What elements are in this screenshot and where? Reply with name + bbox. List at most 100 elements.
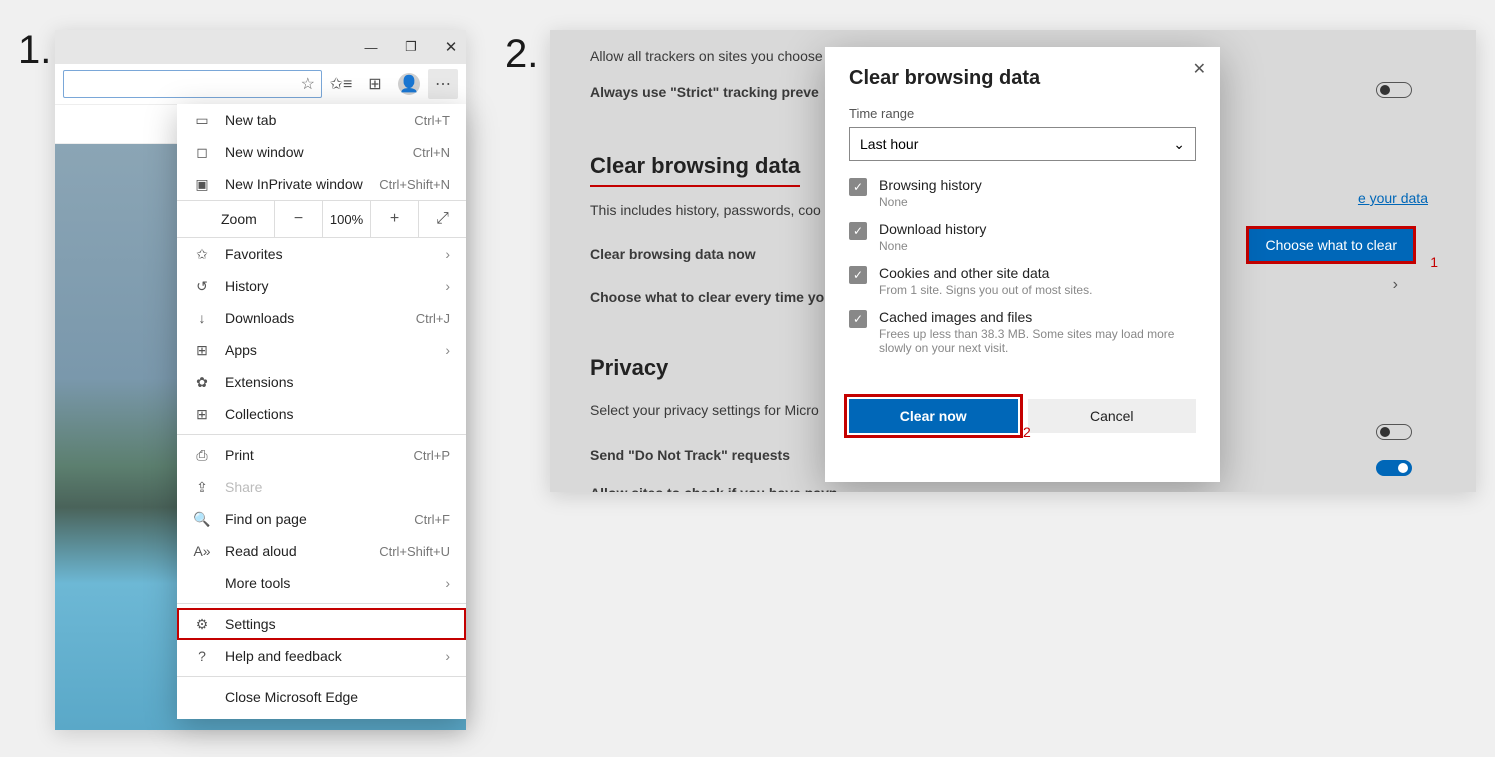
checkbox-cookies[interactable]: ✓ Cookies and other site dataFrom 1 site… [849,265,1196,297]
zoom-out-button[interactable]: − [274,201,322,237]
favorites-list-icon[interactable]: ✩≡ [326,69,356,99]
clear-data-heading: Clear browsing data [590,148,800,187]
menu-zoom-row: Zoom − 100% + ⤢ [177,200,466,238]
payment-check-row: Allow sites to check if you have payn [590,482,837,492]
clear-now-button[interactable]: Clear now [849,399,1018,433]
step-1-label: 1. [18,28,51,73]
tracker-text: Allow all trackers on sites you choose [590,45,837,67]
menu-item-new-tab[interactable]: ▭New tabCtrl+T [177,104,466,136]
menu-item-collections[interactable]: ⊞Collections [177,398,466,430]
zoom-percent: 100% [322,201,370,237]
new-window-icon: ◻ [193,144,211,161]
dialog-title: Clear browsing data [849,67,1196,90]
cancel-button[interactable]: Cancel [1028,399,1197,433]
menu-separator [177,434,466,435]
window-titlebar: — ❐ ✕ [55,30,466,64]
overflow-menu: ▭New tabCtrl+T ◻New windowCtrl+N ▣New In… [177,104,466,719]
apps-icon: ⊞ [193,342,211,359]
checkbox-icon[interactable]: ✓ [849,310,867,328]
downloads-icon: ↓ [193,310,211,326]
menu-item-new-window[interactable]: ◻New windowCtrl+N [177,136,466,168]
annotation-1: 1 [1430,254,1438,270]
menu-item-close-edge[interactable]: Close Microsoft Edge [177,681,466,713]
chevron-right-icon: › [445,575,450,591]
profile-avatar[interactable]: 👤 [394,69,424,99]
more-menu-button[interactable]: ⋯ [428,69,458,99]
menu-item-more-tools[interactable]: More tools› [177,567,466,599]
strict-toggle[interactable] [1376,82,1412,98]
your-data-link[interactable]: e your data [1358,190,1428,206]
history-icon: ↺ [193,278,211,295]
menu-item-help[interactable]: ?Help and feedback› [177,640,466,672]
collections-icon[interactable]: ⊞ [360,69,390,99]
menu-separator [177,676,466,677]
share-icon: ⇪ [193,479,211,496]
strict-tracking-row: Always use "Strict" tracking preve [590,81,837,103]
page-content: ▭New tabCtrl+T ◻New windowCtrl+N ▣New In… [55,144,466,730]
zoom-in-button[interactable]: + [370,201,418,237]
inprivate-icon: ▣ [193,176,211,193]
panel-edge-menu: — ❐ ✕ ☆ ✩≡ ⊞ 👤 ⋯ ▭New tabCtrl+T ◻New win… [55,30,466,730]
menu-item-settings[interactable]: ⚙Settings [177,608,466,640]
print-icon: ⎙ [193,447,211,464]
gear-icon: ⚙ [193,616,211,633]
browser-toolbar: ☆ ✩≡ ⊞ 👤 ⋯ [55,64,466,104]
checkbox-browsing-history[interactable]: ✓ Browsing historyNone [849,177,1196,209]
chevron-right-icon: › [445,278,450,294]
menu-item-downloads[interactable]: ↓DownloadsCtrl+J [177,302,466,334]
menu-item-apps[interactable]: ⊞Apps› [177,334,466,366]
menu-item-read-aloud[interactable]: A»Read aloudCtrl+Shift+U [177,535,466,567]
maximize-button[interactable]: ❐ [402,39,420,55]
zoom-label: Zoom [177,211,274,227]
time-range-label: Time range [849,106,1196,121]
address-bar[interactable]: ☆ [63,70,322,98]
close-window-button[interactable]: ✕ [442,38,460,56]
checkbox-icon[interactable]: ✓ [849,178,867,196]
menu-item-find[interactable]: 🔍Find on pageCtrl+F [177,503,466,535]
menu-item-share[interactable]: ⇪Share [177,471,466,503]
dnt-row: Send "Do Not Track" requests [590,444,837,466]
payment-toggle[interactable] [1376,460,1412,476]
privacy-desc: Select your privacy settings for Micro [590,399,837,421]
checkbox-download-history[interactable]: ✓ Download historyNone [849,221,1196,253]
clear-now-row: Clear browsing data now [590,243,837,265]
data-type-list: ✓ Browsing historyNone ✓ Download histor… [849,177,1196,393]
choose-what-to-clear-button[interactable]: Choose what to clear [1246,226,1416,264]
privacy-heading: Privacy [590,350,668,387]
chevron-right-icon[interactable]: › [1393,276,1398,294]
clear-data-dialog: ✕ Clear browsing data Time range Last ho… [825,47,1220,482]
menu-item-favorites[interactable]: ✩Favorites› [177,238,466,270]
time-range-select[interactable]: Last hour ⌄ [849,127,1196,161]
menu-item-extensions[interactable]: ✿Extensions [177,366,466,398]
settings-content: Allow all trackers on sites you choose A… [590,45,837,492]
find-icon: 🔍 [193,511,211,528]
checkbox-icon[interactable]: ✓ [849,266,867,284]
clear-data-desc: This includes history, passwords, coo [590,199,837,221]
dnt-toggle[interactable] [1376,424,1412,440]
menu-item-print[interactable]: ⎙PrintCtrl+P [177,439,466,471]
panel-settings-dialog: Allow all trackers on sites you choose A… [550,30,1476,492]
clear-on-close-row[interactable]: Choose what to clear every time yo [590,286,837,308]
menu-item-inprivate[interactable]: ▣New InPrivate windowCtrl+Shift+N [177,168,466,200]
fullscreen-button[interactable]: ⤢ [418,201,466,237]
extensions-icon: ✿ [193,374,211,391]
collections-menu-icon: ⊞ [193,406,211,423]
help-icon: ? [193,648,211,664]
new-tab-icon: ▭ [193,112,211,129]
time-range-value: Last hour [860,136,918,152]
read-aloud-icon: A» [193,543,211,559]
chevron-down-icon: ⌄ [1173,136,1185,153]
chevron-right-icon: › [445,648,450,664]
star-icon[interactable]: ☆ [301,74,315,94]
chevron-right-icon: › [445,342,450,358]
menu-separator [177,603,466,604]
checkbox-cached[interactable]: ✓ Cached images and filesFrees up less t… [849,309,1196,355]
favorites-icon: ✩ [193,246,211,263]
close-dialog-button[interactable]: ✕ [1193,59,1206,79]
checkbox-icon[interactable]: ✓ [849,222,867,240]
step-2-label: 2. [505,32,538,77]
chevron-right-icon: › [445,246,450,262]
minimize-button[interactable]: — [362,40,380,55]
menu-item-history[interactable]: ↺History› [177,270,466,302]
annotation-2: 2 [1023,424,1031,440]
